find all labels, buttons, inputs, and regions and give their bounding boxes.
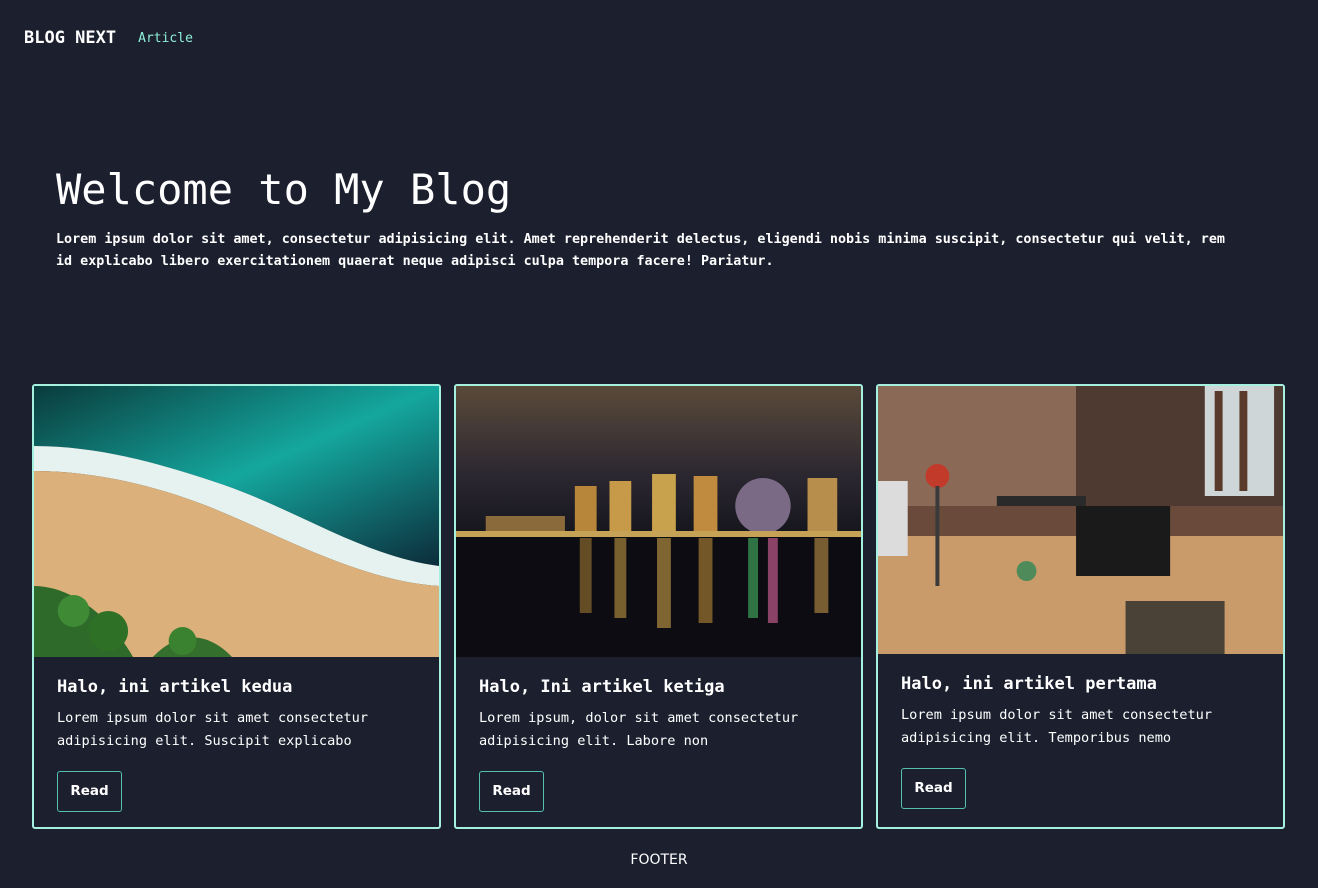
article-card: Halo, Ini artikel ketiga Lorem ipsum, do… [454, 384, 863, 829]
navbar: BLOG NEXT Article [24, 28, 193, 48]
read-button[interactable]: Read [57, 771, 122, 812]
brand-logo[interactable]: BLOG NEXT [24, 28, 116, 48]
hero: Welcome to My Blog Lorem ipsum dolor sit… [56, 165, 1256, 273]
hero-text: Lorem ipsum dolor sit amet, consectetur … [56, 232, 1225, 269]
article-image-city [456, 386, 861, 657]
card-text: Lorem ipsum dolor sit amet consectetur a… [57, 710, 368, 749]
article-card: Halo, ini artikel kedua Lorem ipsum dolo… [32, 384, 441, 829]
card-title: Halo, Ini artikel ketiga [479, 677, 725, 697]
footer: FOOTER [630, 852, 688, 868]
card-title: Halo, ini artikel kedua [57, 677, 293, 697]
article-image-beach [34, 386, 439, 657]
read-button[interactable]: Read [479, 771, 544, 812]
card-text: Lorem ipsum, dolor sit amet consectetur … [479, 710, 799, 749]
card-title: Halo, ini artikel pertama [901, 674, 1157, 694]
article-list: Halo, ini artikel kedua Lorem ipsum dolo… [32, 384, 1285, 829]
read-button[interactable]: Read [901, 768, 966, 809]
nav-link-article[interactable]: Article [138, 31, 193, 46]
card-text: Lorem ipsum dolor sit amet consectetur a… [901, 707, 1212, 746]
page-title: Welcome to My Blog [56, 165, 512, 214]
article-image-office [878, 386, 1283, 654]
article-card: Halo, ini artikel pertama Lorem ipsum do… [876, 384, 1285, 829]
